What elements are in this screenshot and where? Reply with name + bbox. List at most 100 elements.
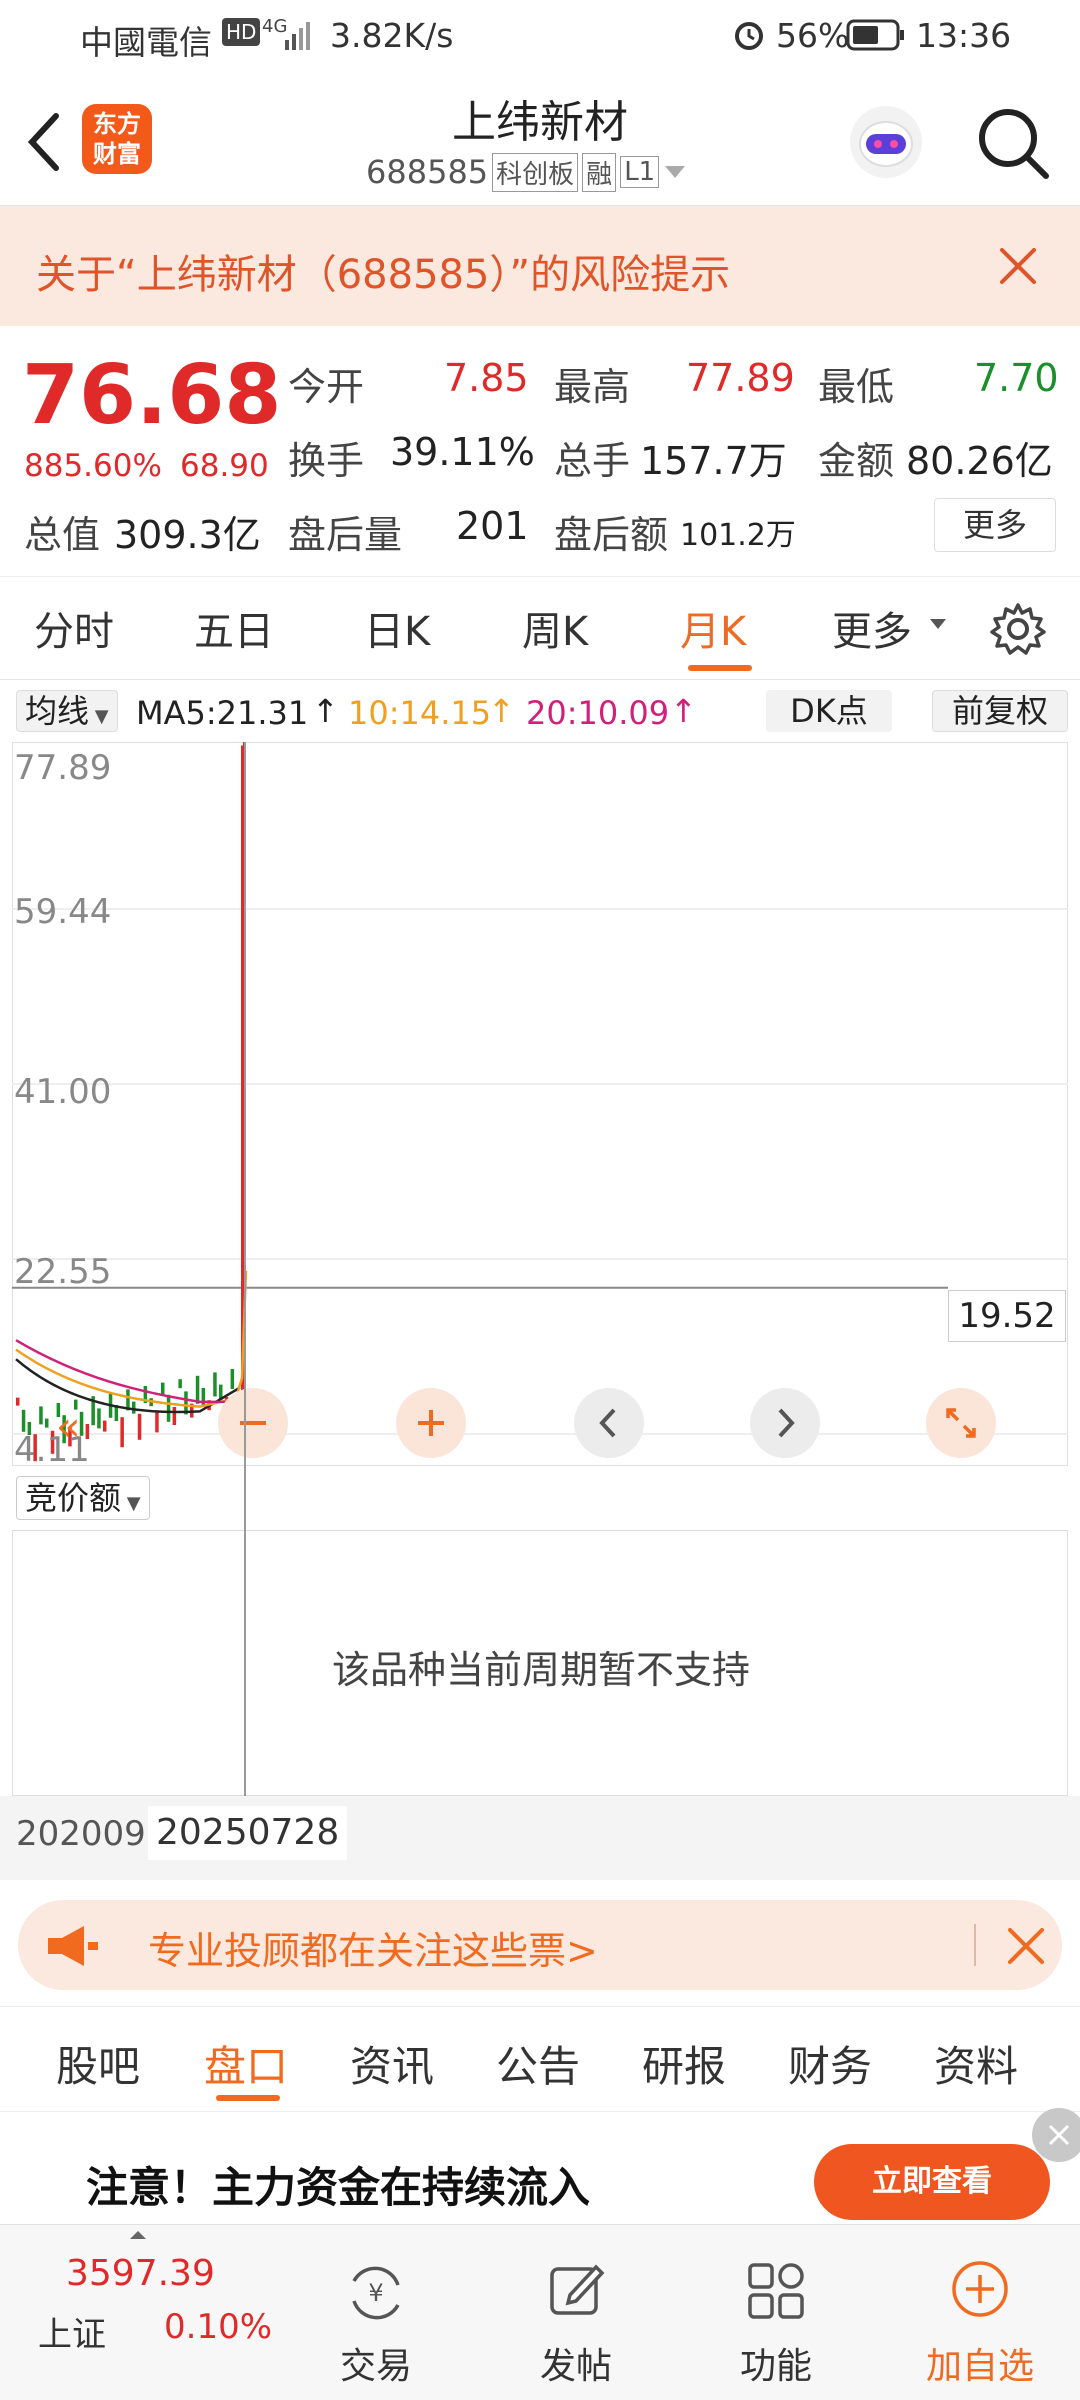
kline-svg	[12, 742, 1068, 1462]
adjust-button[interactable]: 前复权	[932, 690, 1068, 732]
tab-weekly-k[interactable]: 周K	[522, 599, 588, 657]
index-value: 3597.39	[66, 2253, 215, 2294]
chevron-right-icon	[778, 1408, 795, 1438]
volume-label: 总手	[554, 439, 631, 483]
capital-flow-ad[interactable]: 注意！主力资金在持续流入 立即查看	[0, 2108, 1080, 2224]
tab-news[interactable]: 资讯	[350, 2033, 434, 2094]
tab-research[interactable]: 研报	[642, 2033, 726, 2094]
robot-assistant-icon[interactable]	[846, 102, 926, 182]
tab-more[interactable]: 更多	[832, 599, 912, 657]
alarm-icon	[735, 22, 763, 50]
change-value: 68.90	[180, 448, 269, 484]
plus-icon	[418, 1410, 444, 1436]
candle	[166, 1394, 171, 1422]
stock-code-row[interactable]: 688585 科创板 融 L1	[366, 152, 687, 192]
promo-text: 专业投顾都在关注这些票>	[148, 1929, 598, 1973]
amount-value: 80.26亿	[906, 439, 1053, 483]
candle	[155, 1410, 159, 1433]
volume-selector[interactable]: 竞价额 ▼	[16, 1476, 150, 1520]
logo-line2: 财富	[93, 140, 141, 168]
risk-banner[interactable]: 关于“上纬新材（688585）”的风险提示	[0, 206, 1080, 326]
candle	[97, 1408, 101, 1429]
carrier-label: 中國電信	[80, 23, 212, 62]
battery-percent: 56%	[776, 16, 850, 55]
nav-trade-label: 交易	[339, 2346, 412, 2387]
indicator-row: 均线 ▼ MA5:21.31 ↑ 10:14.15 ↑ 20:10.09 ↑ D…	[0, 680, 1080, 742]
view-now-button[interactable]: 立即查看	[814, 2144, 1050, 2220]
ma5-arrow: ↑	[312, 692, 339, 730]
indicator-label: 均线	[25, 692, 90, 730]
close-icon[interactable]	[998, 246, 1038, 286]
stock-header: 东方 财富 上纬新材 688585 科创板 融 L1	[0, 70, 1080, 206]
network-type: 4G	[262, 16, 288, 37]
signal-icon	[285, 22, 310, 50]
crosshair-vertical	[244, 742, 246, 1802]
open-label: 今开	[288, 365, 365, 409]
clock: 13:36	[916, 16, 1012, 55]
after-amount-label: 盘后额	[554, 513, 669, 557]
y-label-max: 77.89	[14, 748, 112, 788]
high-label: 最高	[554, 365, 631, 409]
y-label-2: 59.44	[14, 892, 112, 932]
nav-trade[interactable]: ¥ 交易	[276, 2225, 476, 2400]
nav-post[interactable]: 发帖	[476, 2225, 676, 2400]
tag-level: L1	[620, 156, 660, 188]
high-value: 77.89	[686, 356, 795, 400]
battery-icon	[846, 19, 904, 51]
tab-announcements[interactable]: 公告	[496, 2033, 580, 2094]
dk-point-button[interactable]: DK点	[766, 690, 892, 732]
tab-profile[interactable]: 资料	[934, 2033, 1018, 2094]
tab-forum[interactable]: 股吧	[56, 2033, 140, 2094]
nav-functions[interactable]: 功能	[676, 2225, 876, 2400]
indicator-selector[interactable]: 均线 ▼	[16, 690, 118, 732]
close-icon[interactable]	[1006, 1926, 1046, 1966]
hd-badge: HD	[222, 18, 261, 46]
candle	[16, 1397, 20, 1406]
back-icon[interactable]	[24, 110, 64, 174]
ma10-arrow: ↑	[488, 692, 515, 730]
nav-add-watchlist[interactable]: 加自选	[880, 2225, 1080, 2400]
edit-icon	[550, 2264, 605, 2315]
tab-financials[interactable]: 财务	[788, 2033, 872, 2094]
ma20-arrow: ↑	[670, 692, 697, 730]
fullscreen-button[interactable]	[926, 1388, 996, 1458]
more-button[interactable]: 更多	[934, 498, 1056, 552]
double-left-icon[interactable]: «	[56, 1404, 80, 1450]
mktcap-value: 309.3亿	[114, 513, 261, 557]
gear-icon[interactable]	[990, 601, 1046, 657]
search-icon[interactable]	[976, 106, 1050, 180]
amount-label: 金额	[818, 439, 895, 483]
date-cursor: 20250728	[148, 1806, 348, 1860]
zoom-out-button[interactable]	[218, 1388, 288, 1458]
volume-selector-label: 竞价额	[25, 1479, 122, 1517]
tab-daily-k[interactable]: 日K	[364, 599, 430, 657]
ad-close-button[interactable]	[1032, 2108, 1080, 2162]
tab-orderbook[interactable]: 盘口	[204, 2033, 288, 2094]
app-logo[interactable]: 东方 财富	[82, 104, 152, 174]
after-amount-value: 101.2万	[680, 518, 796, 553]
candle	[178, 1379, 182, 1389]
nav-functions-label: 功能	[739, 2346, 812, 2387]
mktcap-label: 总值	[24, 513, 101, 557]
candle	[103, 1420, 107, 1432]
scroll-right-button[interactable]	[750, 1388, 820, 1458]
svg-text:¥: ¥	[368, 2279, 383, 2307]
zoom-in-button[interactable]	[396, 1388, 466, 1458]
quote-panel: 76.68 885.60% 68.90 今开 7.85 最高 77.89 最低 …	[0, 326, 1080, 576]
nav-post-label: 发帖	[539, 2346, 612, 2387]
caret-up-icon	[130, 2231, 146, 2239]
candle	[45, 1418, 49, 1428]
candle	[172, 1407, 177, 1426]
index-ticker[interactable]: 3597.39 上证 0.10%	[20, 2225, 280, 2400]
detail-tabs: 股吧 盘口 资讯 公告 研报 财务 资料	[0, 2006, 1080, 2112]
y-label-3: 41.00	[14, 1072, 112, 1112]
tab-intraday[interactable]: 分时	[34, 599, 114, 657]
tab-monthly-k[interactable]: 月K	[680, 599, 746, 657]
grid-icon	[748, 2263, 804, 2319]
advisor-promo-banner[interactable]: 专业投顾都在关注这些票>	[18, 1900, 1062, 1990]
risk-banner-text: 关于“上纬新材（688585）”的风险提示	[36, 252, 731, 298]
tab-five-day[interactable]: 五日	[194, 599, 274, 657]
open-value: 7.85	[444, 356, 529, 400]
scroll-left-button[interactable]	[574, 1388, 644, 1458]
ma10-value: 10:14.15	[348, 694, 492, 732]
